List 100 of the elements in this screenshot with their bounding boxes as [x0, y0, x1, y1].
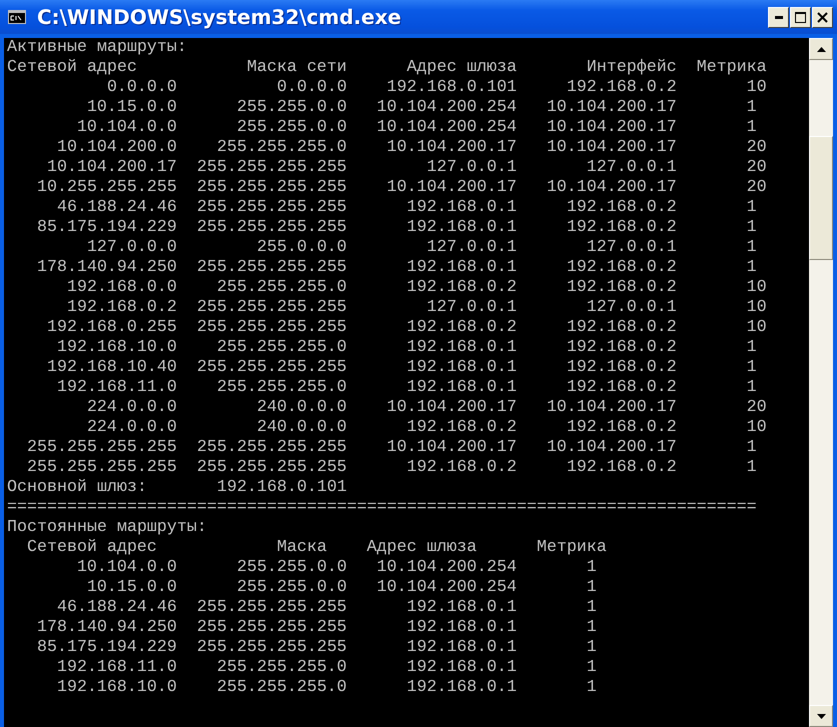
table-cell-text: 10.104.200.17 — [386, 178, 517, 198]
table-cell-text: 255.255.255.255 — [26, 458, 177, 478]
table-cell-text: 192.168.10.40 — [46, 358, 177, 378]
table-cell-text: 10.104.200.254 — [376, 98, 517, 118]
close-button[interactable] — [812, 6, 833, 28]
table-cell-text: 10.104.0.0 — [76, 118, 177, 138]
scroll-thumb[interactable] — [809, 136, 833, 260]
table-cell-text: 127.0.0.1 — [426, 238, 517, 258]
table-cell-text: 85.175.194.229 — [36, 638, 177, 658]
table-cell-text: 255.255.255.255 — [196, 298, 347, 318]
table-cell-text: 255.255.255.0 — [216, 138, 347, 158]
table-cell-text: 192.168.0.1 — [406, 358, 517, 378]
table-cell: 10 — [746, 278, 767, 298]
table-cell-text: 178.140.94.250 — [36, 618, 177, 638]
up-arrow-icon — [816, 46, 826, 52]
table-cell-text: 192.168.0.2 — [406, 278, 517, 298]
table-cell-text: 192.168.0.101 — [386, 78, 517, 98]
table-cell-text: 192.168.0.0 — [66, 278, 177, 298]
gateway-label: Основной шлюз: — [7, 478, 148, 498]
table-cell-text: 255.255.255.255 — [196, 178, 347, 198]
table-cell-text: 192.168.0.1 — [406, 198, 517, 218]
table-cell-text: 192.168.0.2 — [406, 418, 517, 438]
table-cell-text: 192.168.0.1 — [406, 378, 517, 398]
table-cell-text: 192.168.0.1 — [406, 258, 517, 278]
table-cell: 1 — [746, 338, 757, 358]
table-cell: 1 — [586, 678, 597, 698]
table-cell-text: 192.168.11.0 — [56, 378, 177, 398]
table-cell: 1 — [746, 98, 757, 118]
table-cell-text: 255.255.0.0 — [236, 558, 347, 578]
table-cell-text: 255.255.255.255 — [196, 198, 347, 218]
minimize-button[interactable] — [768, 6, 789, 28]
down-arrow-icon — [816, 714, 826, 718]
table-cell: 20 — [746, 398, 767, 418]
column-header: Адрес шлюза — [406, 58, 517, 78]
table-cell-text: 255.255.255.0 — [216, 658, 347, 678]
table-cell-text: 10.104.200.17 — [546, 138, 677, 158]
table-cell-text: 10.104.200.17 — [46, 158, 177, 178]
scroll-down-button[interactable] — [809, 705, 833, 727]
scroll-up-button[interactable] — [809, 38, 833, 60]
table-cell: 1 — [586, 658, 597, 678]
close-icon — [817, 12, 828, 22]
column-header: Сетевой адрес — [7, 58, 138, 78]
table-cell-text: 192.168.0.1 — [406, 678, 517, 698]
table-cell: 1 — [746, 358, 757, 378]
table-cell-text: 255.255.0.0 — [236, 578, 347, 598]
table-cell: 1 — [746, 258, 757, 278]
table-cell-text: 255.255.0.0 — [236, 98, 347, 118]
table-cell: 1 — [586, 558, 597, 578]
table-cell-text: 192.168.0.2 — [566, 218, 677, 238]
table-cell: 20 — [746, 158, 767, 178]
table-cell-text: 192.168.0.1 — [406, 338, 517, 358]
column-header: Сетевой адрес — [26, 538, 158, 558]
table-cell-text: 192.168.0.2 — [566, 198, 677, 218]
section-heading: Активные маршруты: — [7, 38, 187, 58]
table-cell: 10 — [746, 418, 767, 438]
table-cell-text: 10.104.200.254 — [376, 578, 517, 598]
maximize-icon — [795, 12, 806, 22]
table-cell: 1 — [586, 638, 597, 658]
table-cell-text: 192.168.0.1 — [406, 598, 517, 618]
console-icon — [8, 10, 26, 24]
table-cell-text: 255.255.255.255 — [196, 598, 347, 618]
table-cell-text: 10.104.200.17 — [546, 178, 677, 198]
table-cell: 10 — [746, 318, 767, 338]
table-cell-text: 255.255.255.255 — [196, 158, 347, 178]
table-cell-text: 192.168.10.0 — [56, 678, 177, 698]
table-cell-text: 255.255.255.255 — [196, 258, 347, 278]
column-header: Метрика — [536, 538, 607, 558]
column-header: Адрес шлюза — [366, 538, 477, 558]
table-cell-text: 0.0.0.0 — [276, 78, 347, 98]
table-cell: 1 — [746, 218, 757, 238]
table-cell-text: 127.0.0.0 — [86, 238, 177, 258]
scrollbar[interactable] — [809, 38, 833, 727]
table-cell: 1 — [586, 618, 597, 638]
gateway-value: 192.168.0.101 — [216, 478, 347, 498]
table-cell: 1 — [586, 598, 597, 618]
table-cell-text: 127.0.0.1 — [586, 298, 677, 318]
column-header: Маска — [276, 538, 327, 558]
table-cell-text: 192.168.0.2 — [406, 318, 517, 338]
table-cell-text: 255.255.255.255 — [196, 618, 347, 638]
table-cell-text: 255.255.255.255 — [196, 458, 347, 478]
table-cell-text: 10.104.200.17 — [386, 398, 517, 418]
table-cell: 1 — [746, 238, 757, 258]
table-cell-text: 192.168.0.2 — [66, 298, 177, 318]
table-cell-text: 255.255.0.0 — [236, 118, 347, 138]
maximize-button[interactable] — [790, 6, 811, 28]
table-cell-text: 10.15.0.0 — [86, 98, 177, 118]
table-cell-text: 192.168.0.1 — [406, 638, 517, 658]
table-cell-text: 127.0.0.1 — [586, 158, 677, 178]
table-cell-text: 192.168.10.0 — [56, 338, 177, 358]
table-cell-text: 224.0.0.0 — [86, 418, 177, 438]
table-cell-text: 85.175.194.229 — [36, 218, 177, 238]
table-cell-text: 10.255.255.255 — [36, 178, 177, 198]
table-cell-text: 46.188.24.46 — [56, 198, 177, 218]
table-cell-text: 240.0.0.0 — [256, 418, 347, 438]
table-cell-text: 224.0.0.0 — [86, 398, 177, 418]
table-cell-text: 255.255.255.0 — [216, 278, 347, 298]
table-cell-text: 255.255.255.255 — [196, 318, 347, 338]
table-cell-text: 255.255.255.255 — [26, 438, 177, 458]
table-cell: 1 — [586, 578, 597, 598]
table-cell-text: 10.104.200.17 — [386, 438, 517, 458]
